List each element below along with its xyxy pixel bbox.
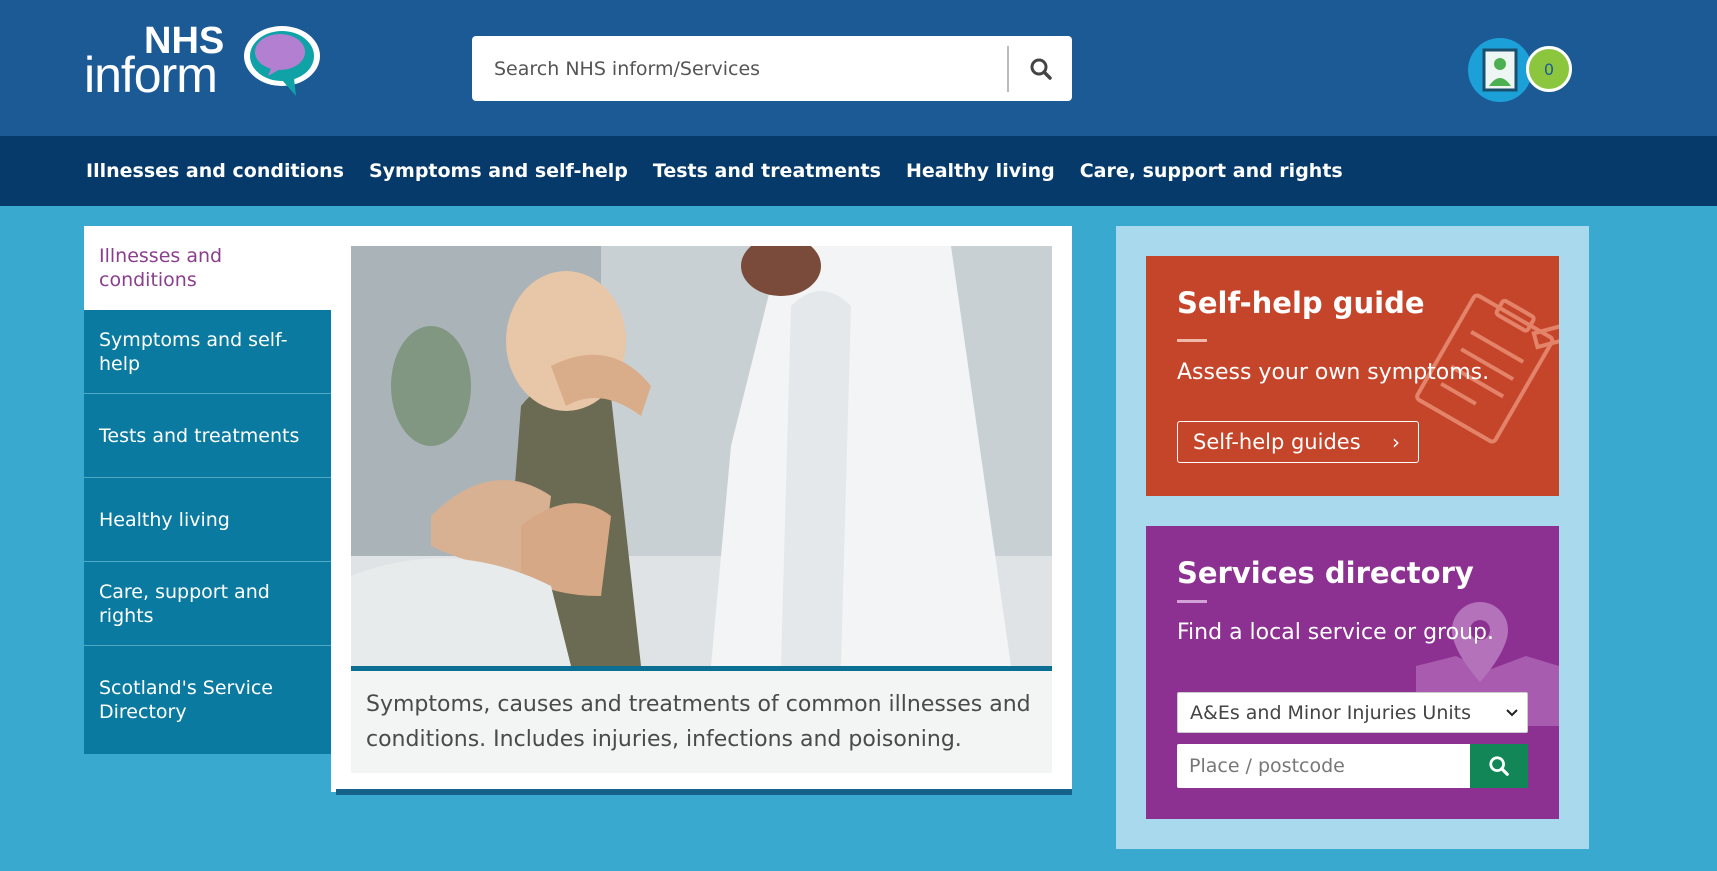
nav-item-care-support[interactable]: Care, support and rights: [1080, 160, 1343, 182]
nhs-inform-logo[interactable]: NHS inform: [84, 22, 324, 102]
search-icon: [1489, 756, 1509, 776]
sidebar-item-service-directory[interactable]: Scotland's Service Directory: [84, 646, 331, 754]
main-nav: Illnesses and conditions Symptoms and se…: [0, 136, 1717, 206]
sidebar-item-illnesses[interactable]: Illnesses and conditions: [84, 226, 331, 310]
site-header: NHS inform 0: [0, 0, 1717, 136]
self-help-box: Self-help guide Assess your own symptoms…: [1146, 256, 1559, 496]
self-help-rule: [1177, 339, 1207, 342]
profile-button[interactable]: [1468, 38, 1532, 102]
feature-card[interactable]: Symptoms, causes and treatments of commo…: [331, 226, 1072, 792]
self-help-guides-button[interactable]: Self-help guides ›: [1177, 421, 1419, 463]
self-help-guides-label: Self-help guides: [1193, 430, 1361, 454]
services-directory-box: Services directory Find a local service …: [1146, 526, 1559, 819]
sidebar-item-care-support[interactable]: Care, support and rights: [84, 562, 331, 646]
nav-item-healthy-living[interactable]: Healthy living: [906, 160, 1055, 182]
right-panel: Self-help guide Assess your own symptoms…: [1116, 226, 1589, 849]
search-input[interactable]: [472, 36, 1006, 101]
sidebar-item-symptoms[interactable]: Symptoms and self-help: [84, 310, 331, 394]
services-title: Services directory: [1177, 556, 1474, 590]
profile-icon: [1482, 48, 1518, 92]
speech-bubble-icon: [244, 26, 320, 96]
site-search: [472, 36, 1072, 101]
services-rule: [1177, 600, 1207, 603]
doctor-examining-knee-image: [351, 246, 1052, 666]
search-divider: [1007, 46, 1009, 92]
sidebar-item-tests[interactable]: Tests and treatments: [84, 394, 331, 478]
search-icon: [1030, 58, 1052, 80]
feature-image: [351, 246, 1052, 666]
service-type-select[interactable]: A&Es and Minor Injuries Units: [1177, 692, 1528, 733]
nav-item-tests[interactable]: Tests and treatments: [653, 160, 881, 182]
self-help-title: Self-help guide: [1177, 286, 1425, 320]
postcode-search-button[interactable]: [1470, 744, 1528, 788]
saved-count-badge[interactable]: 0: [1526, 46, 1572, 92]
service-type-value: A&Es and Minor Injuries Units: [1190, 701, 1471, 724]
feature-caption: Symptoms, causes and treatments of commo…: [351, 671, 1052, 773]
sidebar-item-healthy-living[interactable]: Healthy living: [84, 478, 331, 562]
postcode-input[interactable]: [1177, 744, 1470, 788]
chevron-right-icon: ›: [1392, 430, 1400, 454]
topics-panel: Illnesses and conditions Symptoms and se…: [84, 226, 1072, 796]
nav-item-illnesses[interactable]: Illnesses and conditions: [86, 160, 344, 182]
search-button[interactable]: [1010, 36, 1072, 101]
card-underline: [336, 789, 1072, 795]
self-help-subtitle: Assess your own symptoms.: [1177, 360, 1490, 385]
logo-inform-text: inform: [84, 47, 218, 103]
services-subtitle: Find a local service or group.: [1177, 620, 1494, 645]
chevron-down-icon: [1506, 709, 1518, 717]
nav-item-symptoms[interactable]: Symptoms and self-help: [369, 160, 628, 182]
